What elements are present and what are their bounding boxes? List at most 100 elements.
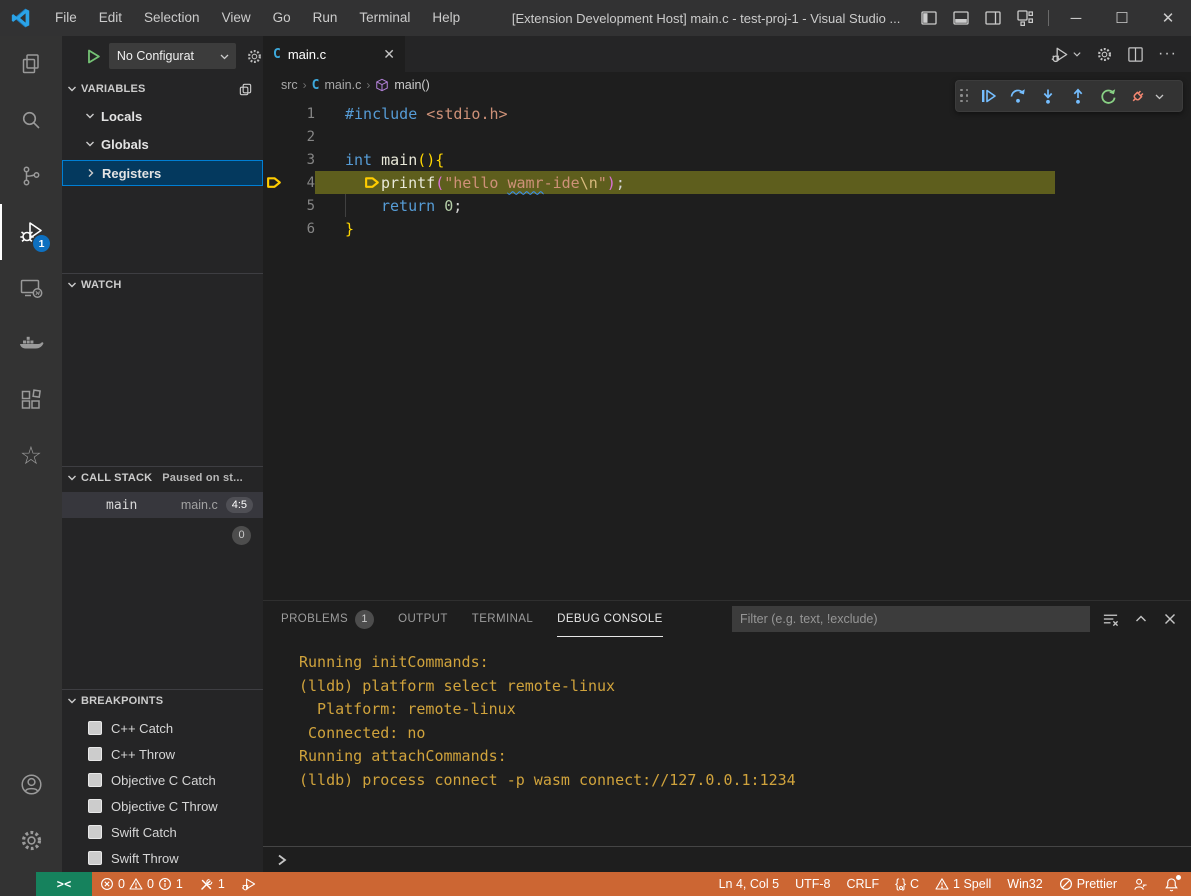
close-panel-icon[interactable] (1163, 612, 1177, 626)
maximize-button[interactable]: ☐ (1099, 0, 1145, 36)
notifications-button[interactable] (1156, 872, 1191, 896)
menu-run[interactable]: Run (302, 0, 349, 36)
menu-file[interactable]: File (44, 0, 88, 36)
sidebar-item-docker[interactable] (0, 316, 62, 372)
warning-icon (129, 877, 143, 891)
restart-button[interactable] (1094, 82, 1122, 110)
sidebar-item-explorer[interactable] (0, 36, 62, 92)
close-tab-icon[interactable]: ✕ (383, 46, 395, 63)
step-into-button[interactable] (1034, 82, 1062, 110)
feedback-button[interactable] (1125, 872, 1156, 896)
breadcrumb-folder[interactable]: src (281, 78, 298, 92)
disconnect-button[interactable] (1124, 82, 1152, 110)
encoding-selector[interactable]: UTF-8 (787, 872, 838, 896)
variables-section-header[interactable]: VARIABLES (62, 78, 263, 100)
code-line-2[interactable]: 2 (263, 125, 1191, 148)
maximize-panel-icon[interactable] (1134, 612, 1148, 626)
editor-gear-icon[interactable] (1096, 46, 1113, 63)
platform-status[interactable]: Win32 (999, 872, 1050, 896)
current-statement-gutter[interactable] (263, 174, 289, 191)
sidebar-item-source-control[interactable] (0, 148, 62, 204)
variables-locals-row[interactable]: Locals (62, 104, 263, 128)
step-over-button[interactable] (1004, 82, 1032, 110)
breakpoint-cpp-catch[interactable]: C++ Catch (62, 715, 263, 741)
step-out-button[interactable] (1064, 82, 1092, 110)
language-mode[interactable]: { } C (887, 872, 927, 896)
sidebar-item-search[interactable] (0, 92, 62, 148)
remote-indicator[interactable]: >< (36, 872, 92, 896)
checkbox[interactable] (88, 721, 102, 735)
formatter-status[interactable]: Prettier (1051, 872, 1125, 896)
debug-repl-input[interactable] (263, 846, 1191, 873)
call-stack-section-header[interactable]: CALL STACK Paused on st... (62, 466, 263, 488)
close-window-button[interactable]: ✕ (1145, 0, 1191, 36)
tab-output[interactable]: OUTPUT (398, 601, 448, 637)
console-filter-input[interactable] (732, 606, 1090, 632)
settings-button[interactable] (0, 812, 62, 868)
debug-toolbar (955, 80, 1183, 112)
customize-layout-icon[interactable] (1017, 10, 1034, 27)
problems-status[interactable]: 0 0 1 (92, 872, 191, 896)
menu-terminal[interactable]: Terminal (348, 0, 421, 36)
tab-terminal[interactable]: TERMINAL (472, 601, 533, 637)
spell-checker-status[interactable]: 1 Spell (927, 872, 999, 896)
checkbox[interactable] (88, 851, 102, 865)
run-or-debug-button[interactable] (1051, 45, 1082, 64)
menu-help[interactable]: Help (421, 0, 471, 36)
toggle-sidebar-icon[interactable] (921, 10, 937, 26)
code-editor[interactable]: 1 #include <stdio.h> 2 3 int main(){ 4 p (263, 98, 1191, 600)
sidebar-item-run-debug[interactable]: 1 (0, 204, 62, 260)
continue-button[interactable] (974, 82, 1002, 110)
menu-go[interactable]: Go (262, 0, 302, 36)
drag-handle[interactable] (960, 89, 970, 104)
variables-registers-row[interactable]: Registers (62, 160, 263, 186)
toggle-secondary-sidebar-icon[interactable] (985, 10, 1001, 26)
checkbox[interactable] (88, 747, 102, 761)
breakpoint-objc-catch[interactable]: Objective C Catch (62, 767, 263, 793)
split-editor-icon[interactable] (1127, 46, 1144, 63)
debug-configuration-select[interactable]: No Configurat (109, 43, 236, 69)
tab-problems[interactable]: PROBLEMS 1 (281, 601, 374, 637)
breakpoint-swift-catch[interactable]: Swift Catch (62, 819, 263, 845)
chevron-down-icon[interactable] (1154, 91, 1165, 102)
sidebar-item-extensions[interactable] (0, 372, 62, 428)
call-stack-frame-row[interactable]: main main.c 4:5 (62, 492, 263, 518)
checkbox[interactable] (88, 799, 102, 813)
breakpoints-section-header[interactable]: BREAKPOINTS (62, 689, 263, 711)
cursor-position[interactable]: Ln 4, Col 5 (711, 872, 787, 896)
debug-status[interactable] (233, 872, 265, 896)
menu-view[interactable]: View (211, 0, 262, 36)
checkbox[interactable] (88, 773, 102, 787)
start-debug-button[interactable] (86, 49, 101, 64)
breakpoint-objc-throw[interactable]: Objective C Throw (62, 793, 263, 819)
watch-section-header[interactable]: WATCH (62, 273, 263, 295)
checkbox[interactable] (88, 825, 102, 839)
code-line-3[interactable]: 3 int main(){ (263, 148, 1191, 171)
breadcrumb-file[interactable]: main.c (325, 78, 362, 92)
accounts-button[interactable] (0, 756, 62, 812)
code-line-5[interactable]: 5 return 0; (263, 194, 1191, 217)
configure-gear-icon[interactable] (246, 48, 263, 65)
tab-debug-console[interactable]: DEBUG CONSOLE (557, 601, 663, 637)
sidebar-item-favorites[interactable]: ☆ (0, 428, 62, 484)
menu-edit[interactable]: Edit (88, 0, 133, 36)
variables-globals-row[interactable]: Globals (62, 132, 263, 156)
tools-status[interactable]: 1 (191, 872, 233, 896)
more-actions-icon[interactable]: ··· (1158, 45, 1177, 63)
sidebar-item-remote-explorer[interactable] (0, 260, 62, 316)
breadcrumb-symbol[interactable]: main() (394, 78, 429, 92)
tab-main-c[interactable]: C main.c ✕ (263, 36, 405, 72)
settings-gear-icon (19, 828, 44, 853)
braces-icon: { } (895, 877, 906, 891)
toggle-panel-icon[interactable] (953, 10, 969, 26)
eol-selector[interactable]: CRLF (838, 872, 887, 896)
code-line-6[interactable]: 6 } (263, 217, 1191, 240)
code-line-4-current[interactable]: 4 printf("hello wamr-ide\n"); (263, 171, 1191, 194)
clear-console-icon[interactable] (1102, 611, 1119, 628)
breakpoint-swift-throw[interactable]: Swift Throw (62, 845, 263, 871)
breakpoint-cpp-throw[interactable]: C++ Throw (62, 741, 263, 767)
menu-selection[interactable]: Selection (133, 0, 211, 36)
call-stack-thread-row[interactable]: 0 (62, 522, 263, 548)
minimize-button[interactable]: ─ (1053, 0, 1099, 36)
copy-icon[interactable] (238, 82, 253, 97)
